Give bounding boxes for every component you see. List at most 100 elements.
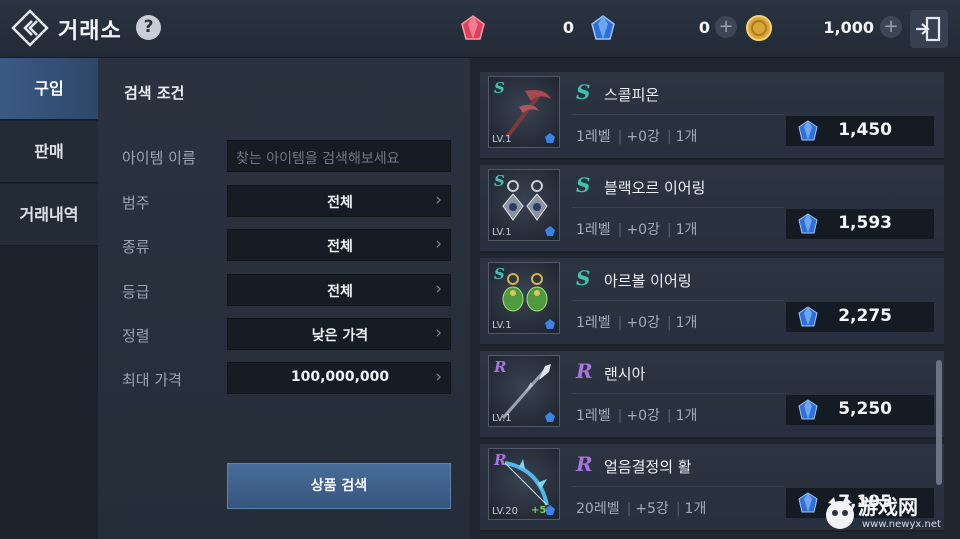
sort-label: 정렬	[122, 327, 150, 345]
chevron-right-icon: ›	[435, 367, 442, 387]
exit-button[interactable]	[910, 10, 948, 48]
page-title: 거래소	[58, 19, 122, 44]
item-level: 20레벨	[576, 501, 620, 517]
item-level: 1레벨	[576, 315, 611, 331]
max-price-label: 최대 가격	[122, 371, 182, 389]
item-name-placeholder: 찾는 아이템을 검색해보세요	[236, 151, 400, 167]
item-count: 1개	[675, 315, 698, 331]
category-select[interactable]: 전체 ›	[227, 185, 451, 217]
red-gem-value: 0	[562, 18, 574, 37]
blue-gem-icon	[545, 412, 555, 422]
thumb-level: LV.1	[492, 413, 512, 424]
item-grade: S	[576, 173, 591, 197]
type-select[interactable]: 전체 ›	[227, 229, 451, 261]
item-enhance: +0강	[626, 408, 660, 424]
divider	[572, 300, 784, 301]
item-meta: 1레벨 | +0강 | 1개	[576, 129, 698, 145]
item-enhance: +0강	[626, 222, 660, 238]
tab-buy[interactable]: 구입	[0, 58, 98, 120]
item-level: 1레벨	[576, 408, 611, 424]
sort-value: 낮은 가격	[311, 328, 369, 344]
tab-bar: 구입 판매 거래내역	[0, 58, 98, 539]
item-level: 1레벨	[576, 129, 611, 145]
item-name-label: 아이템 이름	[122, 149, 196, 167]
item-name: 얼음결정의 활	[604, 458, 692, 476]
item-grade: S	[576, 266, 591, 290]
watermark: 游戏网 www.newyx.net	[818, 489, 960, 539]
sort-select[interactable]: 낮은 가격 ›	[227, 318, 451, 350]
mascot-logo-icon	[826, 497, 854, 529]
blue-gem-icon	[545, 133, 555, 143]
watermark-text: 游戏网	[858, 495, 918, 519]
item-thumbnail: S LV.1	[488, 169, 560, 241]
item-name-input[interactable]: 찾는 아이템을 검색해보세요	[227, 140, 451, 172]
blue-gem-icon	[798, 213, 818, 234]
chevron-right-icon: ›	[435, 190, 442, 210]
thumb-level: LV.1	[492, 320, 512, 331]
item-name: 아르볼 이어링	[604, 272, 692, 290]
tab-sell[interactable]: 판매	[0, 121, 98, 183]
item-count: 1개	[675, 222, 698, 238]
list-item[interactable]: S LV.1 S 아르볼 이어링 1레벨 | +0강 | 1개 2,275	[480, 258, 944, 346]
back-button[interactable]	[10, 8, 50, 48]
currency-red-gem: 0	[458, 13, 574, 43]
price-box: 2,275	[786, 302, 934, 332]
category-label: 범주	[122, 194, 150, 212]
blue-gem-icon	[798, 120, 818, 141]
search-button[interactable]: 상품 검색	[227, 463, 451, 509]
blue-gem-icon	[545, 505, 555, 515]
watermark-url: www.newyx.net	[862, 519, 941, 530]
exit-door-icon	[916, 16, 941, 42]
item-list[interactable]: S LV.1 S 스콜피온 1레벨 | +0강 | 1개 1,450 S LV.…	[470, 58, 960, 539]
item-grade: R	[576, 452, 593, 476]
list-item[interactable]: R LV.1 R 랜시아 1레벨 | +0강 | 1개 5,250	[480, 351, 944, 439]
blue-gem-icon	[545, 319, 555, 329]
thumb-level: LV.1	[492, 227, 512, 238]
list-scrollbar[interactable]	[936, 360, 942, 485]
gold-coin-icon	[746, 15, 772, 41]
list-item[interactable]: S LV.1 S 스콜피온 1레벨 | +0강 | 1개 1,450	[480, 72, 944, 160]
search-title: 검색 조건	[124, 84, 185, 102]
help-button[interactable]: ?	[136, 15, 161, 40]
grade-select[interactable]: 전체 ›	[227, 274, 451, 306]
item-level: 1레벨	[576, 222, 611, 238]
divider	[572, 393, 784, 394]
max-price-value: 100,000,000	[290, 369, 390, 385]
item-count: 1개	[684, 501, 707, 517]
item-price: 5,250	[838, 399, 892, 419]
price-box: 1,593	[786, 209, 934, 239]
chevron-right-icon: ›	[435, 323, 442, 343]
item-meta: 1레벨 | +0강 | 1개	[576, 315, 698, 331]
red-gem-icon	[461, 15, 485, 40]
item-thumbnail: R LV.20 +5	[488, 448, 560, 520]
grade-label: 등급	[122, 283, 150, 301]
blue-gem-icon	[591, 15, 615, 40]
item-meta: 20레벨 | +5강 | 1개	[576, 501, 707, 517]
tab-history[interactable]: 거래내역	[0, 184, 98, 246]
search-panel: 검색 조건 아이템 이름 찾는 아이템을 검색해보세요 범주 전체 › 종류 전…	[98, 58, 470, 539]
chevron-right-icon: ›	[435, 234, 442, 254]
list-item[interactable]: S LV.1 S 블랙오르 이어링 1레벨 | +0강 | 1개 1,593	[480, 165, 944, 253]
blue-gem-icon	[798, 306, 818, 327]
item-enhance: +5강	[635, 501, 669, 517]
top-bar: 거래소 ? 0 0 + 1,000 +	[0, 0, 960, 58]
add-blue-gem-button[interactable]: +	[715, 16, 737, 38]
item-enhance: +0강	[626, 129, 660, 145]
category-value: 전체	[327, 195, 353, 211]
price-box: 5,250	[786, 395, 934, 425]
price-box: 1,450	[786, 116, 934, 146]
thumb-level: LV.1	[492, 134, 512, 145]
currency-gold: 1,000	[744, 13, 874, 43]
divider	[572, 486, 784, 487]
gold-value: 1,000	[823, 18, 874, 37]
item-name: 블랙오르 이어링	[604, 179, 706, 197]
blue-gem-value: 0	[698, 18, 710, 37]
thumb-level: LV.20	[492, 506, 518, 517]
divider	[572, 114, 784, 115]
item-meta: 1레벨 | +0강 | 1개	[576, 222, 698, 238]
add-gold-button[interactable]: +	[880, 16, 902, 38]
item-grade: R	[576, 359, 593, 383]
divider	[572, 207, 784, 208]
item-count: 1개	[675, 129, 698, 145]
max-price-select[interactable]: 100,000,000 ›	[227, 362, 451, 394]
